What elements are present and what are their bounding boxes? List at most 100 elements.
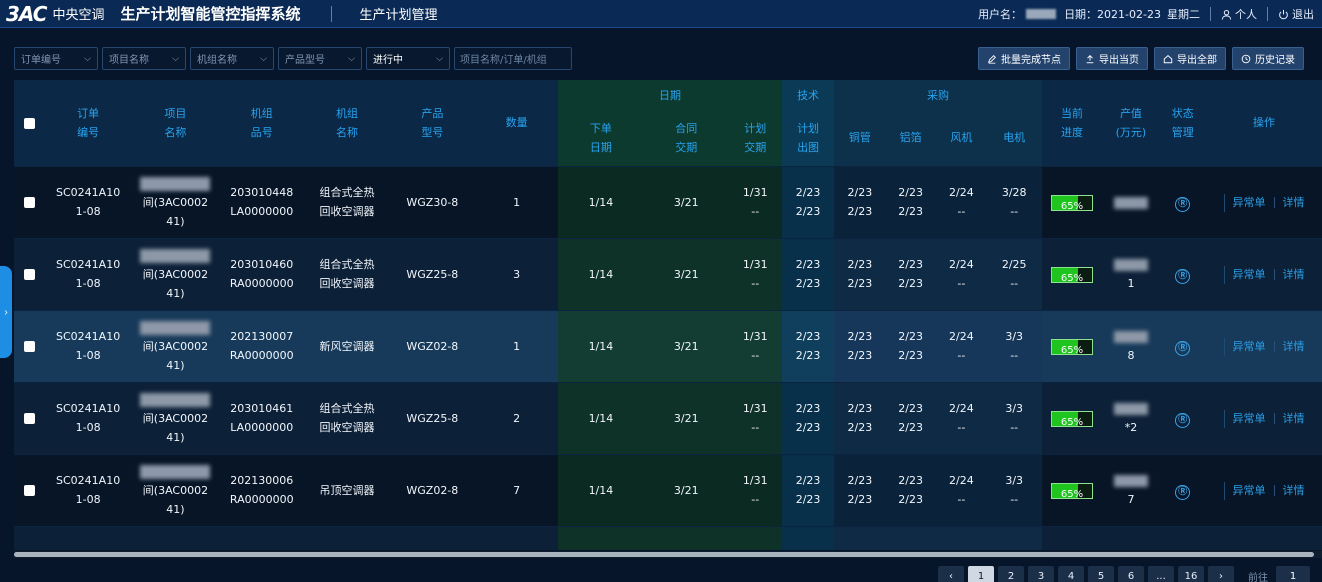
cell-foil: 2/23 2/23 — [885, 237, 936, 310]
cell-line: -- — [1010, 349, 1019, 362]
cell-line: 1-08 — [75, 205, 101, 218]
progress-bar: 65% — [1051, 482, 1094, 500]
table-row[interactable]: SC0241A10 1-08 间(3AC0002 41) 203010448 LA00… — [14, 165, 1322, 238]
cell-plan-date: 1/31 — [728, 525, 782, 550]
history-button[interactable]: 历史记录 — [1232, 47, 1304, 70]
unit-name-select[interactable]: 机组名称 ⌵ — [190, 47, 274, 70]
status-select[interactable]: 进行中 ⌵ — [366, 47, 450, 70]
status-manage-icon[interactable]: Ⓡ — [1175, 268, 1191, 284]
exception-order-link[interactable]: 异常单 — [1233, 268, 1266, 281]
sidebar-toggle[interactable]: › — [0, 266, 12, 358]
cell-qty: 7 — [475, 453, 559, 526]
col-label: 当前 — [1061, 106, 1084, 120]
cell-line: 3/3 — [1005, 474, 1024, 487]
col-plan-date: 计划 交期 — [728, 110, 782, 166]
select-all-checkbox[interactable] — [23, 117, 35, 129]
search-input[interactable]: 项目名称/订单/机组 — [454, 47, 572, 70]
cell-motor: 3/28 -- — [986, 165, 1042, 238]
detail-link[interactable]: 详情 — [1283, 268, 1305, 281]
project-name-redacted — [140, 392, 211, 407]
page-4[interactable]: 4 — [1058, 566, 1084, 582]
cell-line: 2/24 — [949, 258, 974, 271]
cell-foil: 2/23 2/23 — [885, 453, 936, 526]
scrollbar-thumb[interactable] — [14, 552, 1314, 557]
table-row[interactable]: SC0241A10 1-08 间(3AC0002 41) 203010460 RA00… — [14, 237, 1322, 310]
cell-line: SC0241A10 — [56, 474, 121, 487]
detail-link[interactable]: 详情 — [1283, 412, 1305, 425]
status-manage-icon[interactable]: Ⓡ — [1175, 196, 1191, 212]
horizontal-scrollbar[interactable] — [14, 551, 1322, 558]
cell-copper: 2/23 2/23 — [834, 309, 886, 382]
cell-line: 2/23 — [898, 349, 923, 362]
row-select-cell — [14, 165, 45, 238]
cell-ops: 异常单 详情 — [1206, 381, 1322, 454]
page-ellipsis[interactable]: ... — [1148, 566, 1174, 582]
exception-order-link[interactable]: 异常单 — [1233, 196, 1266, 209]
weekday-label: 星期二 — [1167, 8, 1200, 21]
page-2[interactable]: 2 — [998, 566, 1024, 582]
cell-line: 1-08 — [75, 349, 101, 362]
cell-line: 回收空调器 — [319, 277, 375, 290]
cell-line: 间(3AC0002 — [142, 195, 209, 209]
exception-order-link[interactable]: 异常单 — [1233, 412, 1266, 425]
page-16[interactable]: 16 — [1178, 566, 1204, 582]
row-checkbox[interactable] — [23, 485, 35, 496]
order-no-select[interactable]: 订单编号 ⌵ — [14, 47, 98, 70]
project-name-redacted — [140, 464, 211, 479]
cell-fan: 2/24 — [936, 525, 987, 550]
table-row[interactable]: SC0241A10 1-08 间(3AC0002 41) 203010461 LA00… — [14, 381, 1322, 454]
table-row[interactable]: SC0241A10 1-08 间(3AC0002 41) 202130006 RA00… — [14, 453, 1322, 526]
cell-unit-name: 组合式全热 回收空调器 — [304, 237, 390, 310]
row-checkbox[interactable] — [23, 413, 35, 424]
project-name-select[interactable]: 项目名称 ⌵ — [102, 47, 186, 70]
export-all-button[interactable]: 导出全部 — [1154, 47, 1226, 70]
detail-link[interactable]: 详情 — [1283, 196, 1305, 209]
next-page-button[interactable]: › — [1208, 566, 1234, 582]
product-model-select[interactable]: 产品型号 ⌵ — [278, 47, 362, 70]
prev-page-button[interactable]: ‹ — [938, 566, 964, 582]
export-page-button[interactable]: 导出当页 — [1076, 47, 1148, 70]
goto-page-input[interactable]: 1 — [1276, 566, 1310, 582]
cell-model: WGZ02-8 — [389, 453, 475, 526]
cell-unit-code: 203010461 LA0000000 — [219, 381, 305, 454]
cell-line: 203010448 — [230, 186, 294, 199]
status-manage-icon[interactable]: Ⓡ — [1175, 412, 1191, 428]
col-label: 交期 — [675, 140, 698, 154]
exception-order-link[interactable]: 异常单 — [1233, 484, 1266, 497]
cell-plan-drawing: 2/23 2/23 — [781, 237, 835, 310]
cell-plan-drawing: 2/23 2/23 — [781, 381, 835, 454]
logout-link[interactable]: 退出 — [1278, 6, 1314, 22]
personal-link[interactable]: 个人 — [1221, 6, 1257, 22]
cell-motor: 3/3 -- — [986, 381, 1042, 454]
page-6[interactable]: 6 — [1118, 566, 1144, 582]
exception-order-link[interactable]: 异常单 — [1233, 340, 1266, 353]
table-row[interactable]: SC0241A10 203010462 组合式全热 1/31 2/23 2/23… — [14, 525, 1322, 550]
cell-line: 间(3AC0002 — [142, 483, 209, 497]
cell-model: WGZ30-8 — [389, 165, 475, 238]
brand-logo: 3AC 中央空调 — [0, 0, 104, 28]
username-value — [1026, 9, 1057, 19]
detail-link[interactable]: 详情 — [1283, 340, 1305, 353]
cell-line: LA0000000 — [230, 421, 294, 434]
table-row[interactable]: SC0241A10 1-08 间(3AC0002 41) 202130007 RA00… — [14, 309, 1322, 382]
col-foil: 铝箔 — [885, 110, 936, 166]
status-manage-icon[interactable]: Ⓡ — [1175, 340, 1191, 356]
col-unit-name: 机组 名称 — [304, 80, 390, 166]
row-checkbox[interactable] — [23, 269, 35, 280]
cell-plan-drawing: 2/23 2/23 — [781, 165, 835, 238]
col-plan-drawing: 计划 出图 — [781, 110, 835, 166]
cell-line: -- — [957, 349, 966, 362]
row-checkbox[interactable] — [23, 341, 35, 352]
header-divider — [330, 5, 332, 22]
status-manage-icon[interactable]: Ⓡ — [1175, 484, 1191, 500]
page-5[interactable]: 5 — [1088, 566, 1114, 582]
col-label: 合同 — [675, 121, 698, 135]
page-3[interactable]: 3 — [1028, 566, 1054, 582]
batch-complete-button[interactable]: 批量完成节点 — [978, 47, 1070, 70]
detail-link[interactable]: 详情 — [1283, 484, 1305, 497]
page-1[interactable]: 1 — [968, 566, 994, 582]
row-checkbox[interactable] — [23, 197, 35, 208]
ops-divider — [1223, 193, 1225, 212]
cell-motor: 2/25 -- — [986, 237, 1042, 310]
cell-ops: 异常单 详情 — [1206, 237, 1322, 310]
